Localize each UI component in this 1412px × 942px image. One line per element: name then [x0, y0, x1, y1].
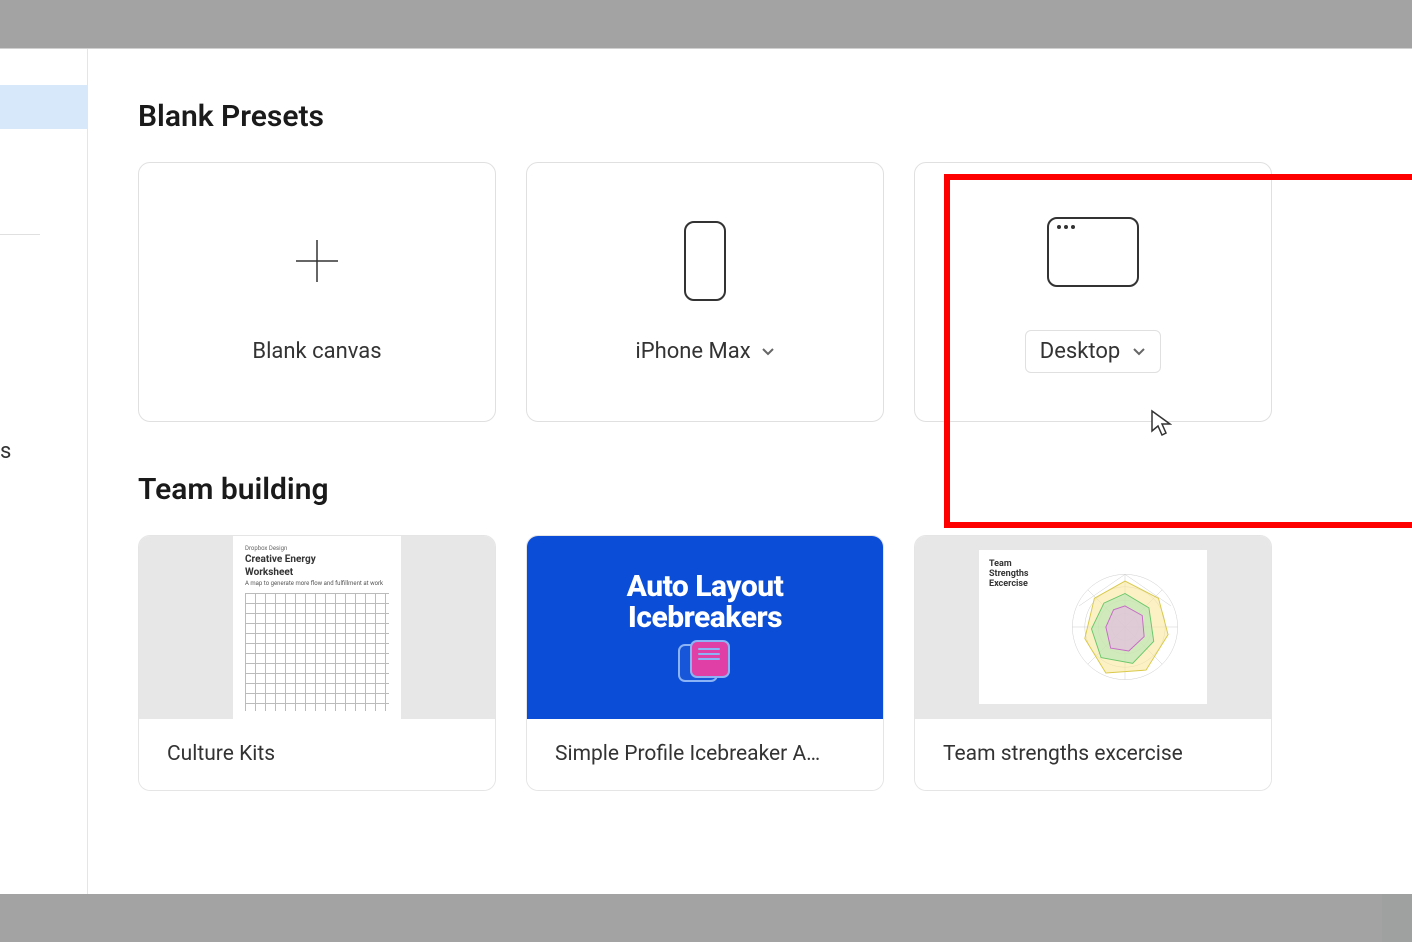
sidebar: s [0, 49, 88, 894]
sidebar-truncated-label: s [0, 439, 11, 464]
plus-icon [296, 221, 338, 301]
templates-row: Dropbox Design Creative Energy Worksheet… [138, 535, 1362, 791]
chevron-down-icon [1132, 344, 1146, 358]
preset-blank-canvas[interactable]: Blank canvas [138, 162, 496, 422]
section-title-presets: Blank Presets [138, 99, 1362, 134]
template-thumbnail: Team Strengths Excercise [915, 536, 1271, 719]
layout-icon [678, 640, 732, 684]
preset-dropdown-iphone[interactable]: iPhone Max [635, 339, 774, 364]
radar-chart-icon [1055, 560, 1195, 694]
preset-label: iPhone Max [635, 339, 750, 364]
phone-icon [684, 221, 726, 301]
template-culture-kits[interactable]: Dropbox Design Creative Energy Worksheet… [138, 535, 496, 791]
presets-row: Blank canvas iPhone Max [138, 162, 1362, 422]
preset-desktop[interactable]: Desktop [914, 162, 1272, 422]
main-window: s Blank Presets Blank canvas iPhone M [0, 48, 1412, 894]
template-label: Team strengths excercise [915, 719, 1271, 790]
preset-label: Blank canvas [252, 339, 381, 364]
main-content: Blank Presets Blank canvas iPhone Max [88, 49, 1412, 894]
template-thumbnail: Dropbox Design Creative Energy Worksheet… [139, 536, 495, 719]
preset-iphone[interactable]: iPhone Max [526, 162, 884, 422]
sidebar-selected-item[interactable] [0, 85, 88, 129]
template-label: Simple Profile Icebreaker A… [527, 719, 883, 790]
preset-dropdown-desktop[interactable]: Desktop [1025, 330, 1162, 373]
chevron-down-icon [761, 344, 775, 358]
template-label: Culture Kits [139, 719, 495, 790]
template-thumbnail: Auto Layout Icebreakers [527, 536, 883, 719]
section-title-team: Team building [138, 472, 1362, 507]
preset-label: Desktop [1040, 339, 1121, 364]
desktop-icon [1047, 212, 1139, 292]
template-strengths[interactable]: Team Strengths Excercise [914, 535, 1272, 791]
template-icebreakers[interactable]: Auto Layout Icebreakers Simple Profile I… [526, 535, 884, 791]
sidebar-divider [0, 234, 40, 235]
